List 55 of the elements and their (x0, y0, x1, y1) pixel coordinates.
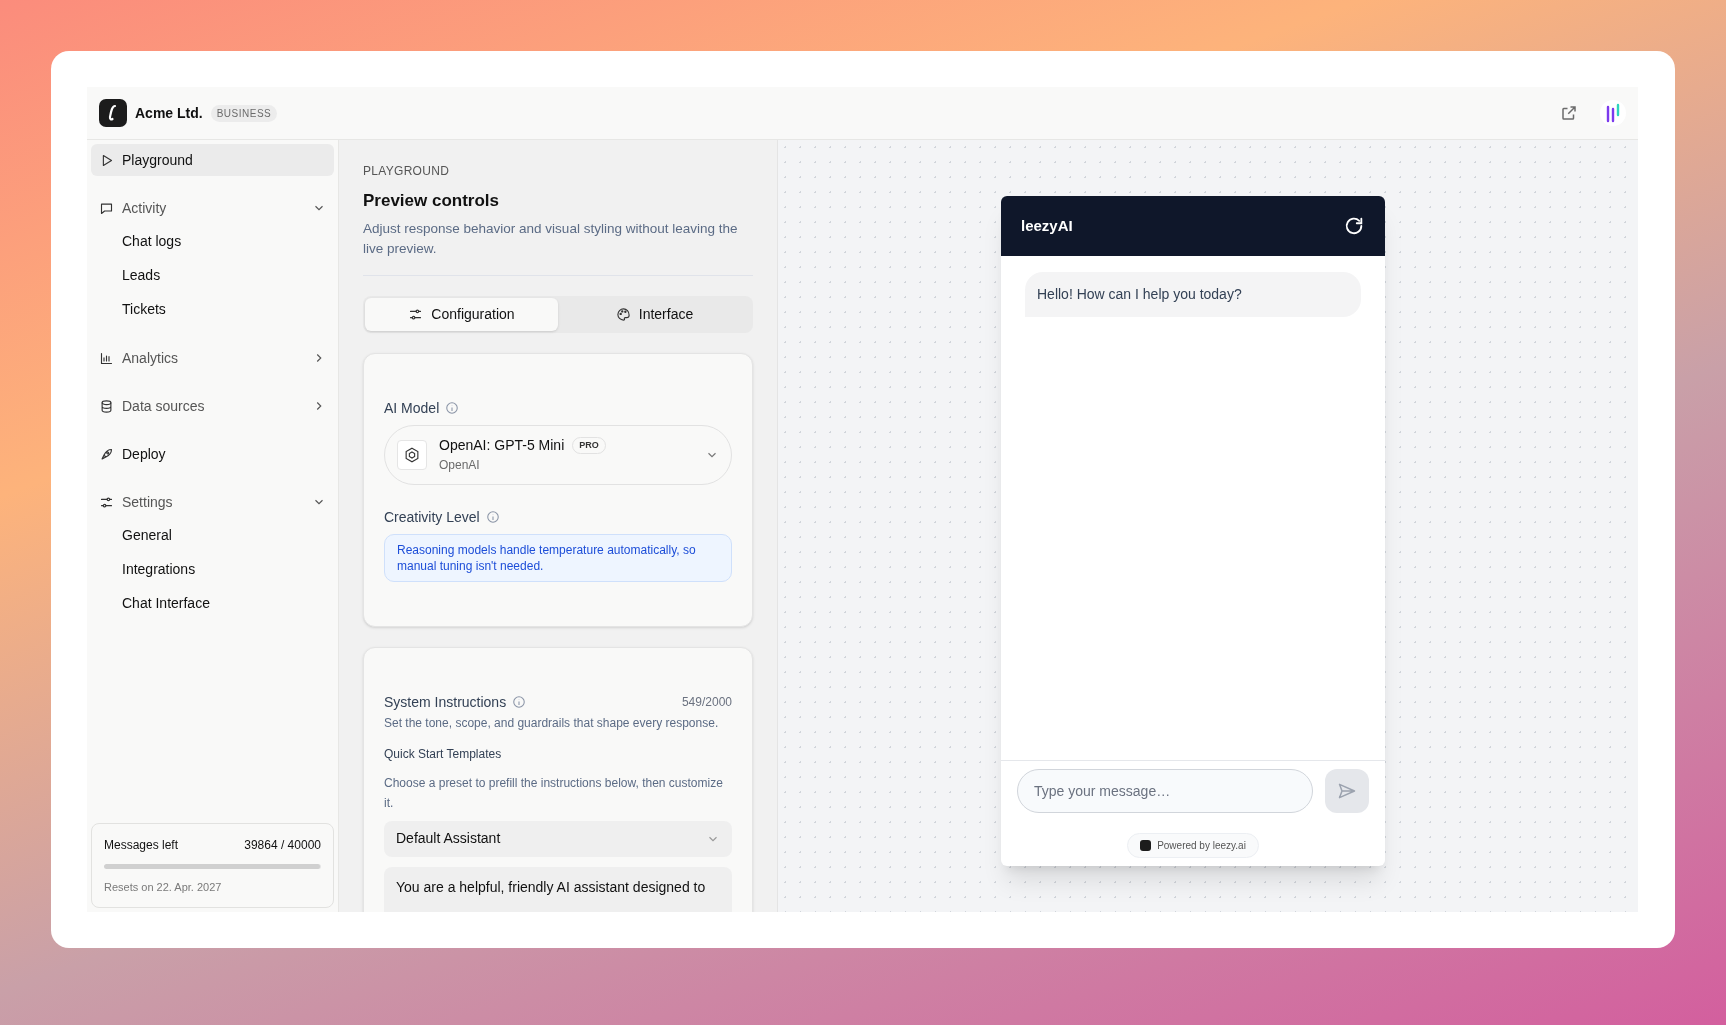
field-label: AI Model (384, 398, 440, 418)
info-icon[interactable] (512, 695, 527, 709)
nav-subitem[interactable]: Chat Interface (91, 586, 334, 620)
ai-model-logo-icon (397, 439, 427, 470)
nav-subitem[interactable]: General (91, 518, 334, 552)
powered-by-link[interactable]: Powered by leezy.ai (1127, 833, 1259, 858)
model-select[interactable]: OpenAI: GPT-5 Mini PRO OpenAI (384, 424, 732, 485)
bar-chart-icon (99, 350, 114, 366)
nav-group[interactable]: Data sources (91, 390, 334, 422)
chat-message: Hello! How can I help you today? (1025, 272, 1361, 317)
field-label: Quick Start Templates (384, 745, 503, 763)
nav-subitem[interactable]: Chat logs (91, 224, 334, 258)
template-select[interactable]: Default Assistant (384, 820, 732, 857)
tab[interactable]: Interface (558, 297, 751, 331)
nav-group[interactable]: Settings (91, 486, 334, 518)
message-input[interactable]: Type your message… (1017, 769, 1313, 813)
info-note: Reasoning models handle temperature automatically, so manual tuning isn't needed. (384, 533, 732, 582)
field-label: System Instructions (384, 692, 507, 712)
nav-group[interactable]: Analytics (91, 342, 334, 374)
field-hint: Set the tone, scope, and guardrails that shape every response. (384, 714, 720, 731)
instructions-textarea[interactable]: You are a helpful, friendly AI assistant designed to (384, 866, 732, 912)
character-counter: 549/2000 (681, 694, 732, 711)
nav-subitem[interactable]: Integrations (91, 552, 334, 586)
model-name: OpenAI: GPT-5 Mini (439, 436, 565, 455)
panel-description: Adjust response behavior and visual styling without leaving the live preview. (363, 218, 753, 276)
send-button[interactable] (1325, 769, 1369, 813)
nav-subitem[interactable]: Leads (91, 258, 334, 292)
tab[interactable]: Configuration (365, 297, 558, 331)
info-icon[interactable] (445, 401, 460, 415)
palette-icon (615, 306, 631, 322)
org-name: Acme Ltd. (135, 103, 203, 123)
external-link-icon[interactable] (1560, 104, 1578, 122)
info-icon[interactable] (485, 510, 500, 524)
usage-label: Messages left (104, 836, 179, 854)
nav-item[interactable]: Playground (91, 144, 334, 176)
nav-subitem[interactable]: Tickets (91, 292, 334, 326)
refresh-icon[interactable] (1343, 215, 1365, 237)
field-label: Creativity Level (384, 507, 480, 527)
nav-group[interactable]: Activity (91, 192, 334, 224)
plan-badge: BUSINESS (210, 104, 278, 122)
nav-item[interactable]: Deploy (91, 438, 334, 470)
field-hint: Choose a preset to prefill the instructions below, then customize it. (384, 774, 724, 812)
model-provider: OpenAI (439, 457, 481, 474)
logo-icon (1140, 840, 1152, 851)
section-eyebrow: PLAYGROUND (363, 163, 451, 180)
reset-note: Resets on 22. Apr. 2027 (104, 879, 223, 895)
logo-icon (99, 99, 127, 127)
rocket-icon (99, 446, 114, 462)
usage-count: 39864 / 40000 (244, 836, 321, 854)
panel-title: Preview controls (363, 190, 501, 212)
chat-bubble-icon (99, 200, 114, 216)
bars-logo-icon[interactable] (1600, 100, 1626, 126)
send-icon (1337, 781, 1357, 801)
database-icon (99, 398, 114, 414)
chat-title: leezyAI (1021, 215, 1073, 236)
